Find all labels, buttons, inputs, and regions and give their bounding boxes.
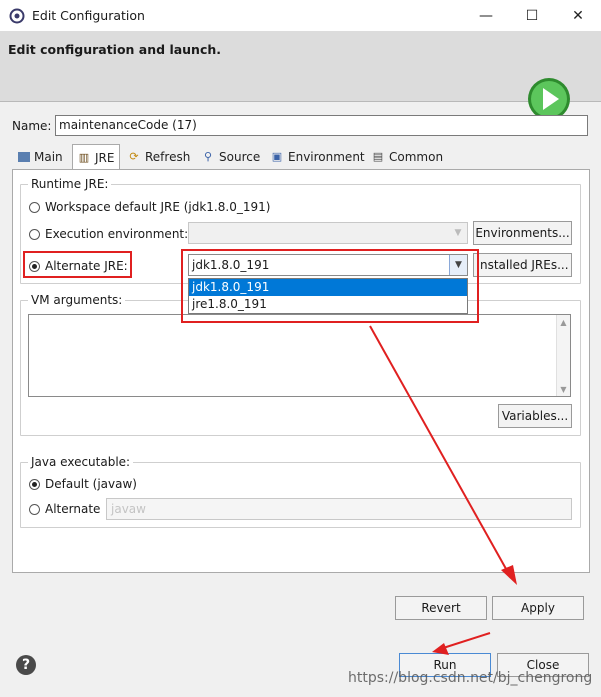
- radio-label: Alternate: [45, 502, 101, 516]
- radio-label: Workspace default JRE (jdk1.8.0_191): [45, 200, 271, 214]
- help-icon[interactable]: ?: [16, 655, 36, 675]
- executable-placeholder: javaw: [111, 502, 146, 516]
- chevron-down-icon: ▼: [454, 228, 462, 238]
- maximize-button[interactable]: ☐: [509, 0, 555, 32]
- minimize-button[interactable]: —: [463, 0, 509, 32]
- tab-label: JRE: [95, 150, 115, 165]
- variables-button[interactable]: Variables...: [498, 404, 572, 428]
- tab-label: Source: [219, 150, 261, 164]
- vm-arguments-textarea[interactable]: ▲ ▼: [28, 314, 571, 397]
- radio-circle: [29, 201, 40, 213]
- eclipse-icon: [9, 8, 25, 24]
- alternate-executable-input[interactable]: javaw: [106, 498, 572, 520]
- dropdown-option[interactable]: jre1.8.0_191: [189, 296, 467, 313]
- default-javaw-radio[interactable]: Default (javaw): [29, 477, 137, 491]
- jre-tab-icon: ▥: [78, 150, 90, 164]
- alternate-jre-radio[interactable]: Alternate JRE:: [29, 259, 128, 273]
- environments-button[interactable]: Environments...: [473, 221, 572, 245]
- refresh-icon: ⟳: [129, 150, 139, 163]
- vm-arguments-title: VM arguments:: [28, 293, 126, 307]
- radio-label: Alternate JRE:: [45, 259, 128, 273]
- radio-circle: [29, 478, 40, 490]
- installed-jres-button[interactable]: Installed JREs...: [473, 253, 572, 277]
- tab-bar: Main ▥ JRE ⟳ Refresh ⚲ Source ▣ Environm…: [12, 144, 590, 170]
- alternate-jre-combo[interactable]: jdk1.8.0_191 ▼: [188, 254, 468, 276]
- tab-source[interactable]: ⚲ Source: [197, 145, 264, 169]
- tab-common[interactable]: ▤ Common: [367, 145, 447, 169]
- watermark-text: https://blog.csdn.net/bj_chengrong: [348, 670, 593, 686]
- dropdown-option[interactable]: jdk1.8.0_191: [189, 279, 467, 296]
- tab-label: Common: [389, 150, 444, 164]
- apply-button[interactable]: Apply: [492, 596, 584, 620]
- jre-dropdown-list[interactable]: jdk1.8.0_191 jre1.8.0_191: [188, 278, 468, 314]
- execution-environment-combo[interactable]: ▼: [188, 222, 468, 244]
- tab-label: Main: [34, 150, 63, 164]
- scroll-down-icon[interactable]: ▼: [557, 382, 570, 396]
- tab-jre[interactable]: ▥ JRE: [72, 144, 120, 170]
- tab-environment[interactable]: ▣ Environment: [266, 145, 369, 169]
- radio-label: Default (javaw): [45, 477, 137, 491]
- tab-refresh[interactable]: ⟳ Refresh: [123, 145, 194, 169]
- execution-environment-radio[interactable]: Execution environment:: [29, 227, 188, 241]
- tab-main[interactable]: Main: [14, 145, 67, 169]
- scroll-up-icon[interactable]: ▲: [557, 315, 570, 329]
- radio-label: Execution environment:: [45, 227, 189, 241]
- runtime-jre-title: Runtime JRE:: [28, 177, 112, 191]
- chevron-down-icon: ▼: [449, 255, 467, 275]
- vertical-scrollbar[interactable]: ▲ ▼: [556, 315, 570, 396]
- radio-circle: [29, 228, 40, 240]
- alternate-executable-radio[interactable]: Alternate: [29, 502, 100, 516]
- tab-label: Refresh: [145, 150, 191, 164]
- close-window-button[interactable]: ✕: [555, 0, 601, 32]
- radio-circle: [29, 503, 40, 515]
- workspace-default-radio[interactable]: Workspace default JRE (jdk1.8.0_191): [29, 200, 270, 214]
- combo-value: jdk1.8.0_191: [192, 258, 270, 272]
- name-field[interactable]: maintenanceCode (17): [55, 115, 588, 136]
- name-label: Name:: [12, 119, 52, 133]
- java-executable-title: Java executable:: [28, 455, 134, 469]
- environment-icon: ▣: [271, 150, 283, 163]
- source-icon: ⚲: [203, 150, 213, 163]
- tab-label: Environment: [288, 150, 365, 164]
- main-tab-icon: [18, 152, 30, 162]
- title-bar: Edit Configuration — ☐ ✕: [0, 0, 601, 32]
- dialog-header: Edit configuration and launch.: [0, 32, 601, 120]
- revert-button[interactable]: Revert: [395, 596, 487, 620]
- common-icon: ▤: [372, 150, 384, 163]
- dialog-subtitle: Edit configuration and launch.: [8, 42, 222, 57]
- window-title: Edit Configuration: [32, 8, 145, 23]
- radio-circle: [29, 260, 40, 272]
